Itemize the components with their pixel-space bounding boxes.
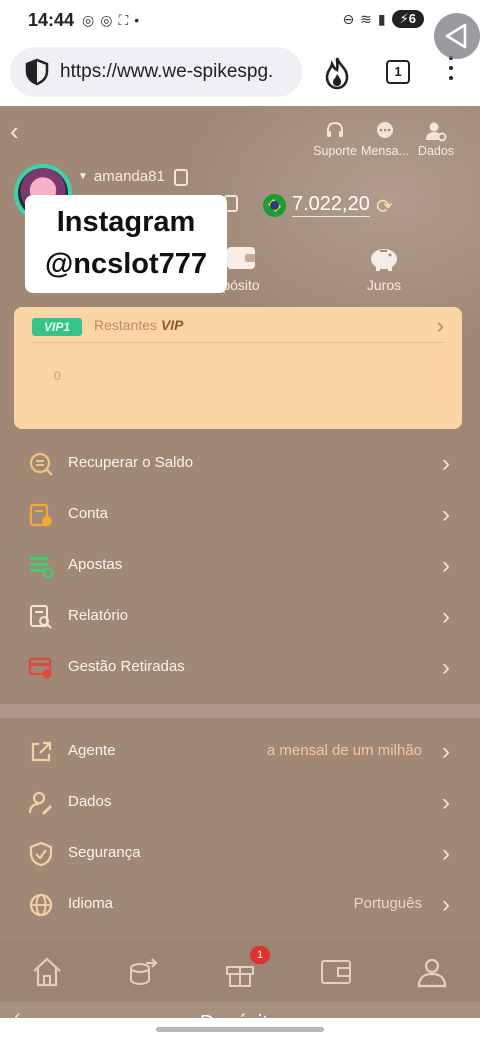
data-button[interactable]: Dados [391, 120, 480, 158]
vip-divider [32, 342, 444, 343]
menu-label: Dados [68, 793, 112, 810]
chevron-right-icon: › [442, 603, 450, 630]
instagram-icon: ◎ [82, 12, 95, 28]
gift-notification-badge: 1 [250, 946, 270, 964]
profile-icon[interactable] [414, 954, 450, 990]
tab-switcher-button[interactable]: 1 [386, 60, 410, 84]
menu-label: Agente [68, 742, 116, 759]
triangle-back-icon [445, 23, 467, 49]
menu-item-apostas[interactable]: Apostas › [0, 541, 480, 592]
menu-item-agente[interactable]: Agente a mensal de um milhão › [0, 727, 480, 778]
bets-icon [30, 557, 54, 579]
menu-item-dados[interactable]: Dados › [0, 778, 480, 829]
username: amanda81 [93, 168, 165, 185]
menu-item-conta[interactable]: Conta › [0, 490, 480, 541]
shield-icon [29, 841, 53, 867]
wallet-icon[interactable] [318, 954, 354, 990]
copy-username-icon[interactable] [174, 169, 188, 186]
screenshot-icon: ⛶ [118, 12, 129, 28]
instagram-icon-2: ◎ [100, 12, 113, 28]
menu-label: Segurança [68, 844, 141, 861]
bottom-nav: 1 [0, 942, 480, 1002]
report-icon [30, 605, 52, 629]
account-icon [29, 503, 52, 527]
chevron-right-icon: › [442, 840, 450, 867]
vip-word: VIP [160, 317, 184, 333]
menu-item-relatorio[interactable]: Relatório › [0, 592, 480, 643]
withdrawal-icon [28, 657, 52, 679]
user-settings-icon [426, 122, 447, 142]
vip-value: 0 [54, 369, 61, 383]
remaining-label: Restantes [94, 317, 158, 333]
menu-item-idioma[interactable]: Idioma Português › [0, 880, 480, 931]
site-info-icon[interactable] [24, 58, 50, 86]
back-arrow-icon[interactable]: ‹ [10, 116, 19, 147]
overlay-line1: Instagram [56, 206, 196, 238]
menu-item-seguranca[interactable]: Segurança › [0, 829, 480, 880]
signal-icon: ▮ [377, 10, 386, 27]
clock: 14:44 [28, 10, 75, 30]
battery-icon: ⚡6 [391, 10, 424, 28]
vip-badge: VIP1 [32, 318, 83, 336]
brazil-flag-icon [263, 194, 286, 217]
deposit-label: pósito [222, 277, 260, 293]
refresh-balance-icon[interactable]: ⟳ [376, 194, 393, 219]
balance-value: 7.022,20 [292, 193, 370, 217]
chevron-right-icon: › [442, 789, 450, 816]
wallet-icon [227, 247, 255, 269]
menu-label: Idioma [68, 895, 114, 912]
notification-icons: ◎ ◎ ⛶ • [82, 12, 139, 29]
instagram-overlay: Instagram @ncslot777 [25, 195, 227, 293]
caret-down-icon[interactable]: ▼ [78, 171, 88, 182]
section-divider [0, 704, 480, 718]
menu-label: Gestão Retiradas [68, 658, 185, 675]
menu-value-marquee: a mensal de um milhão [266, 742, 422, 759]
dnd-icon: ⊖ [342, 10, 355, 27]
dot-icon: • [134, 12, 140, 28]
recover-balance-icon [29, 452, 53, 476]
piggy-bank-icon [371, 249, 397, 271]
menu-label: Apostas [68, 556, 123, 573]
menu-label: Relatório [68, 607, 129, 624]
address-bar[interactable]: https://www.we-spikespg. [10, 47, 302, 97]
url-text[interactable]: https://www.we-spikespg. [60, 61, 273, 83]
more-menu-icon[interactable] [446, 56, 456, 86]
menu-item-gestao-retiradas[interactable]: Gestão Retiradas › [0, 643, 480, 694]
system-icons: ⊖ ≋ ▮ ⚡6 [342, 10, 424, 28]
chevron-right-icon: › [442, 738, 450, 765]
overlay-line2: @ncslot777 [44, 248, 208, 280]
vip-card[interactable]: VIP1 Restantes VIP › 0 [14, 307, 462, 429]
wifi-icon: ≋ [360, 10, 372, 27]
chevron-right-icon: › [442, 552, 450, 579]
chevron-right-icon: › [442, 654, 450, 681]
menu-label: Conta [68, 505, 109, 522]
interest-action[interactable]: Juros [339, 243, 429, 293]
menu-label: Recuperar o Saldo [68, 454, 194, 471]
vip-remaining: Restantes VIP [94, 317, 184, 333]
chevron-right-icon[interactable]: › [437, 313, 444, 339]
share-icon [31, 741, 52, 762]
floating-back-button[interactable] [434, 13, 480, 59]
chevron-right-icon: › [442, 501, 450, 528]
globe-icon [29, 893, 53, 917]
user-edit-icon [28, 791, 52, 815]
app-screen: ‹ Suporte Mensa... Dados ▼ amanda81 7.02… [0, 106, 480, 1040]
coins-share-icon[interactable] [126, 954, 162, 990]
home-icon[interactable] [29, 954, 65, 990]
battery-level: 6 [408, 11, 416, 26]
chevron-right-icon: › [442, 450, 450, 477]
chevron-right-icon: › [442, 891, 450, 918]
status-bar: 14:44 ◎ ◎ ⛶ • ⊖ ≋ ▮ ⚡6 [0, 0, 480, 42]
username-row: ▼ amanda81 [78, 168, 165, 185]
flame-icon[interactable] [322, 56, 352, 90]
interest-label: Juros [366, 277, 402, 293]
language-value: Português [353, 895, 422, 912]
gesture-home-bar[interactable] [0, 1018, 480, 1040]
browser-toolbar: https://www.we-spikespg. 1 [0, 42, 480, 106]
data-label: Dados [417, 144, 455, 158]
menu-item-recuperar-saldo[interactable]: Recuperar o Saldo › [0, 439, 480, 490]
